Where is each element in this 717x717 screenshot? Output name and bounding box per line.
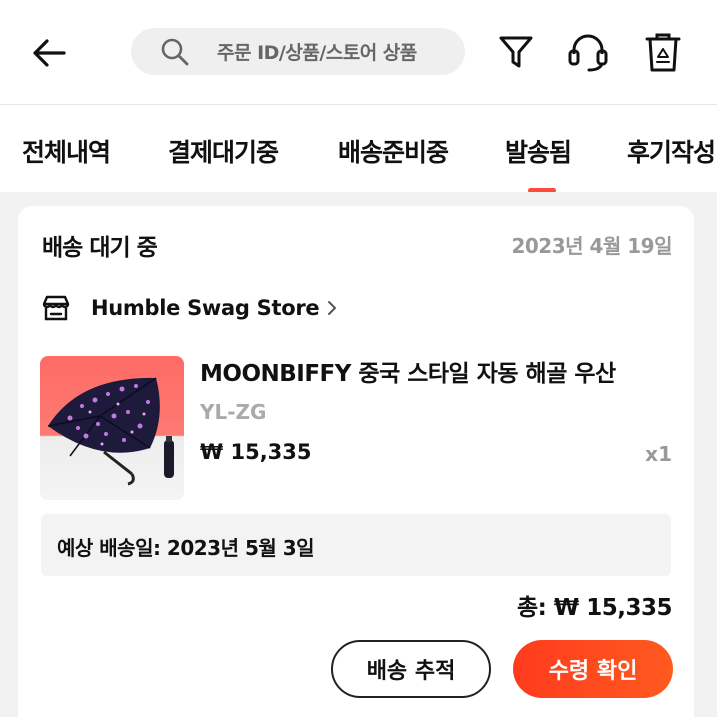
product-option: YL-ZG	[200, 400, 267, 424]
product-price: ₩ 15,335	[200, 440, 312, 464]
store-icon	[42, 295, 70, 321]
order-status-tabs: 전체내역 결제대기중 배송준비중 발송됨 후기작성	[0, 104, 717, 192]
tab-all[interactable]: 전체내역	[22, 133, 111, 169]
product-quantity: x1	[645, 442, 672, 466]
tab-preparing-shipment[interactable]: 배송준비중	[338, 133, 449, 169]
track-shipment-button[interactable]: 배송 추적	[331, 640, 491, 698]
umbrella-image	[40, 356, 184, 500]
store-link[interactable]: Humble Swag Store	[40, 290, 339, 326]
chevron-right-icon	[328, 301, 337, 315]
tab-write-review[interactable]: 후기작성	[627, 133, 716, 169]
search-icon	[161, 38, 189, 65]
product-name[interactable]: MOONBIFFY 중국 스타일 자동 해골 우산	[200, 354, 670, 388]
back-button[interactable]	[28, 32, 70, 74]
confirm-receipt-button[interactable]: 수령 확인	[513, 640, 673, 698]
order-date: 2023년 4월 19일	[511, 234, 672, 258]
search-input[interactable]: 주문 ID/상품/스토어 상품	[131, 28, 465, 75]
store-name: Humble Swag Store	[91, 296, 320, 320]
order-card: 배송 대기 중 2023년 4월 19일 Humble Swag Store M…	[18, 206, 694, 717]
trash-button[interactable]	[641, 30, 685, 74]
tab-shipped[interactable]: 발송됨	[505, 133, 572, 169]
active-tab-indicator	[528, 188, 556, 192]
top-bar: 주문 ID/상품/스토어 상품	[0, 0, 717, 104]
product-thumbnail[interactable]	[40, 356, 184, 500]
arrow-left-icon	[33, 39, 66, 67]
trash-icon	[645, 33, 681, 72]
order-status: 배송 대기 중	[42, 235, 158, 261]
estimated-delivery-box: 예상 배송일: 2023년 5월 3일	[41, 514, 671, 576]
search-placeholder: 주문 ID/상품/스토어 상품	[217, 42, 417, 64]
estimated-delivery-text: 예상 배송일: 2023년 5월 3일	[57, 536, 315, 560]
filter-button[interactable]	[494, 30, 538, 74]
tab-awaiting-payment[interactable]: 결제대기중	[168, 133, 279, 169]
funnel-icon	[499, 36, 533, 68]
order-total: 총: ₩ 15,335	[517, 595, 673, 621]
headset-icon	[568, 34, 608, 72]
customer-support-button[interactable]	[566, 30, 610, 74]
